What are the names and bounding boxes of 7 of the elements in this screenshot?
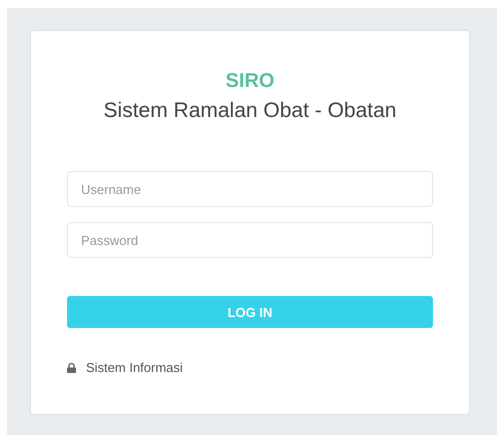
brand-title: SIRO xyxy=(226,69,274,93)
app-subtitle: Sistem Ramalan Obat - Obatan xyxy=(104,98,396,124)
lock-icon xyxy=(67,362,76,372)
password-field[interactable]: Password xyxy=(67,222,433,258)
footer-text: Sistem Informasi xyxy=(86,360,183,375)
login-button[interactable]: LOG IN xyxy=(67,296,433,328)
username-field[interactable]: Username xyxy=(67,171,433,207)
